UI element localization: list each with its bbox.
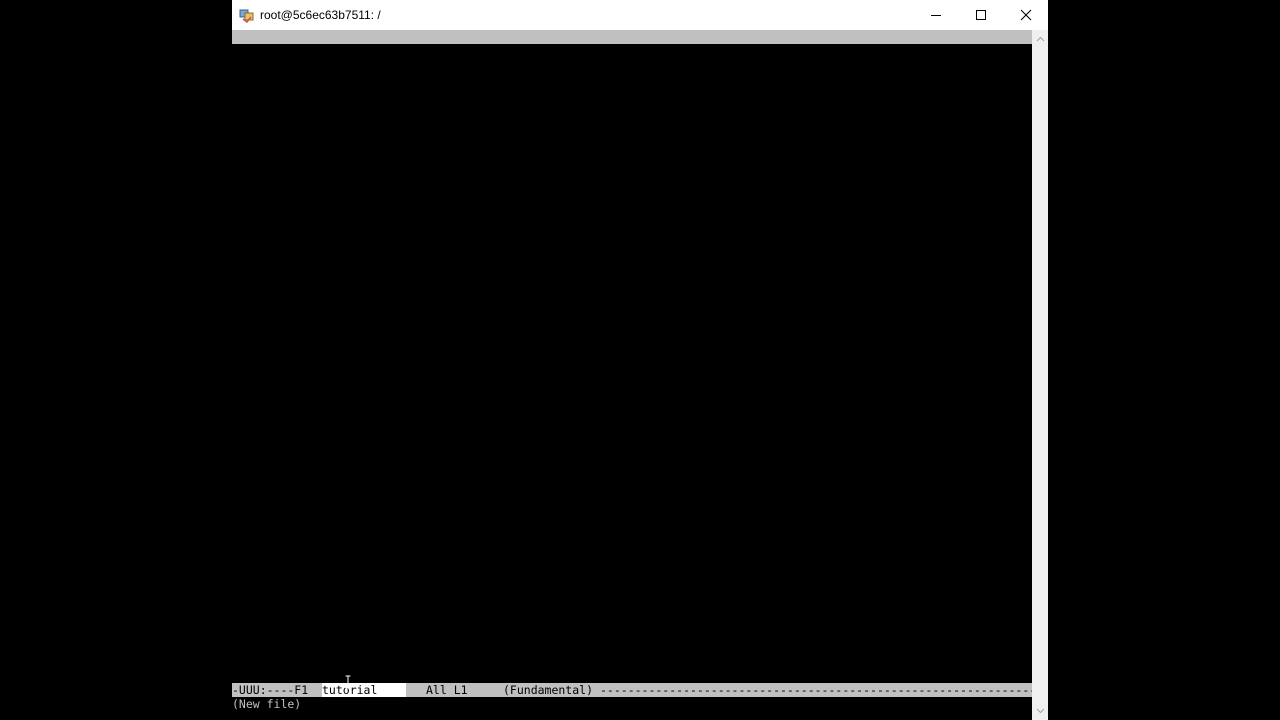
close-button[interactable]: [1003, 0, 1048, 30]
emacs-menubar: File Edit Options Buffers Tools Help: [232, 30, 1032, 58]
maximize-icon: [975, 10, 986, 20]
scroll-up-button[interactable]: [1032, 32, 1048, 46]
modeline-major-mode[interactable]: (Fundamental): [503, 683, 593, 697]
modeline-position: All L1: [426, 683, 468, 697]
chevron-up-icon: [1036, 36, 1044, 42]
menu-edit[interactable]: Edit: [308, 44, 336, 58]
vertical-scrollbar[interactable]: [1032, 30, 1048, 720]
menu-options[interactable]: Options: [343, 44, 391, 58]
menu-file[interactable]: File: [274, 44, 302, 58]
modeline-buffer-name[interactable]: tutorial: [322, 683, 406, 697]
title-bar[interactable]: root@5c6ec63b7511: /: [232, 0, 1048, 30]
menu-buffers[interactable]: Buffers: [398, 44, 446, 58]
mouse-ibeam-cursor-icon: [345, 675, 351, 689]
close-icon: [1020, 9, 1031, 21]
window-title: root@5c6ec63b7511: /: [260, 8, 381, 22]
modeline-status: -UUU:----F1: [232, 683, 309, 697]
menu-tools[interactable]: Tools: [454, 44, 489, 58]
scroll-down-button[interactable]: [1032, 704, 1048, 718]
terminal-area[interactable]: File Edit Options Buffers Tools Help -UUU:---…: [232, 30, 1032, 720]
minimize-button[interactable]: [913, 0, 958, 30]
chevron-down-icon: [1036, 708, 1044, 714]
menu-help[interactable]: Help: [496, 44, 524, 58]
putty-app-icon: [239, 9, 254, 23]
minimize-icon: [930, 15, 941, 16]
mode-line: -UUU:----F1 tutorial All L1 (Fundamental…: [232, 683, 1032, 697]
minibuffer[interactable]: (New file): [232, 697, 1032, 711]
maximize-button[interactable]: [958, 0, 1003, 30]
terminal-window: root@5c6ec63b7511: / File Edit Options Buff…: [232, 0, 1048, 720]
modeline-fill: ----------------------------------------…: [600, 683, 1032, 697]
